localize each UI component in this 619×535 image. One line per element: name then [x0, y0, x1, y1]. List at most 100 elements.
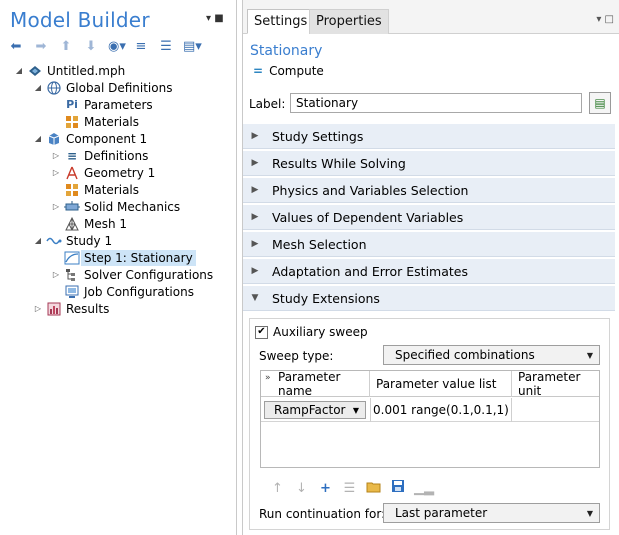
model-file-icon	[27, 64, 43, 78]
tree-item-solver-configurations[interactable]: ▷ Solver Configurations	[51, 266, 213, 283]
parameter-value-list-cell[interactable]: 0.001 range(0.1,0.1,1)	[370, 398, 512, 422]
tree-item-label: Materials	[84, 114, 140, 129]
study-icon	[46, 234, 62, 248]
save-icon[interactable]	[390, 479, 405, 497]
tree-item-label: Study 1	[66, 233, 113, 248]
tree-item-job-configurations[interactable]: Job Configurations	[64, 283, 194, 300]
expand-toggle-icon[interactable]: ▷	[33, 304, 43, 313]
section-mesh-selection[interactable]: ▶ Mesh Selection	[243, 232, 615, 257]
parameter-name-value: RampFactor	[274, 403, 346, 417]
collapse-toggle-icon[interactable]: ◢	[33, 236, 43, 245]
collapse-toggle-icon[interactable]: ◢	[14, 66, 24, 75]
menu-icon[interactable]: ■	[214, 13, 223, 24]
sweep-type-value: Specified combinations	[395, 348, 535, 362]
checkbox-checked-icon[interactable]: ✔	[255, 325, 268, 339]
auxiliary-sweep-checkbox[interactable]: ✔ Auxiliary sweep	[255, 325, 368, 339]
dropdown-arrow-icon: ▼	[586, 509, 593, 518]
tree-item-materials-global[interactable]: Materials	[64, 113, 139, 130]
collapse-all-icon[interactable]: ☰	[158, 39, 174, 54]
mesh-icon	[64, 216, 80, 231]
collapse-arrow-icon: ▼	[251, 293, 259, 303]
open-folder-icon[interactable]	[366, 480, 381, 497]
section-title: Study Extensions	[272, 290, 380, 306]
table-header: » Parameter name Parameter value list Pa…	[261, 370, 599, 398]
model-builder-panel: Model Builder ▾ ■ ⬅ ➡ ⬆ ⬇ ◉▾ ≡ ☰ ▤▾ ◢ Un…	[0, 0, 237, 535]
range-icon[interactable]: ▁▂	[414, 481, 434, 496]
back-arrow-icon[interactable]: ⬅	[8, 39, 24, 54]
tree-item-study[interactable]: ◢ Study 1	[33, 232, 112, 249]
move-down-icon[interactable]: ↓	[294, 481, 309, 496]
delete-icon[interactable]: ☰	[342, 481, 357, 496]
pin-icon[interactable]: ▾	[206, 13, 211, 24]
tree-item-global-definitions[interactable]: ◢ Global Definitions	[33, 79, 173, 96]
expand-all-icon[interactable]: ≡	[133, 39, 149, 54]
section-results-while-solving[interactable]: ▶ Results While Solving	[243, 151, 615, 176]
compute-button[interactable]: = Compute	[253, 63, 324, 79]
dropdown-arrow-icon: ▼	[352, 406, 359, 415]
move-up-icon[interactable]: ⬆	[58, 39, 74, 54]
solid-mechanics-icon	[64, 200, 80, 214]
section-study-extensions[interactable]: ▼ Study Extensions	[243, 286, 615, 311]
panel-menu[interactable]: ▾ □	[596, 14, 614, 25]
label-edit-icon: ▤	[594, 96, 606, 110]
add-icon[interactable]: +	[318, 481, 333, 496]
tab-settings[interactable]: Settings	[247, 9, 315, 34]
parameter-name-select[interactable]: RampFactor ▼	[264, 401, 366, 419]
expand-toggle-icon[interactable]: ▷	[51, 202, 61, 211]
collapse-toggle-icon[interactable]: ◢	[33, 83, 43, 92]
panel-menu[interactable]: ▾ ■	[206, 13, 224, 24]
dropdown-arrow-icon: ▼	[586, 351, 593, 360]
tree-item-mesh[interactable]: Mesh 1	[64, 215, 127, 232]
section-dependent-variables[interactable]: ▶ Values of Dependent Variables	[243, 205, 615, 230]
parameter-unit-cell[interactable]	[512, 398, 599, 422]
tree-item-step-stationary[interactable]: Step 1: Stationary	[64, 249, 196, 266]
section-title: Physics and Variables Selection	[272, 182, 469, 198]
table-toolbar: ↑ ↓ + ☰ ▁▂	[270, 479, 434, 497]
tree-item-parameters[interactable]: Pi Parameters	[64, 96, 153, 113]
tree-item-label: Untitled.mph	[47, 63, 126, 78]
tree-item-label: Geometry 1	[84, 165, 156, 180]
pi-icon: Pi	[66, 98, 78, 111]
edit-label-button[interactable]: ▤	[589, 92, 611, 114]
tree-item-label: Global Definitions	[66, 80, 173, 95]
section-adaptation[interactable]: ▶ Adaptation and Error Estimates	[243, 259, 615, 284]
section-physics-variables[interactable]: ▶ Physics and Variables Selection	[243, 178, 615, 203]
tree-item-materials[interactable]: Materials	[64, 181, 139, 198]
menu-icon[interactable]: □	[605, 14, 614, 25]
move-down-icon[interactable]: ⬇	[83, 39, 99, 54]
tree-item-label: Definitions	[84, 148, 149, 163]
expand-toggle-icon[interactable]: ▷	[51, 270, 61, 279]
settings-tab-bar: Settings Properties ▾ □	[243, 0, 619, 34]
move-up-icon[interactable]: ↑	[270, 481, 285, 496]
column-header-parameter-value-list[interactable]: Parameter value list	[370, 371, 512, 397]
layout-icon[interactable]: ▤▾	[183, 39, 202, 54]
geometry-icon	[64, 166, 80, 180]
column-header-parameter-name[interactable]: Parameter name	[261, 370, 370, 398]
tree-item-component[interactable]: ◢ Component 1	[33, 130, 147, 147]
label-field[interactable]	[290, 93, 582, 113]
tree-item-label: Job Configurations	[84, 284, 194, 299]
collapse-toggle-icon[interactable]: ◢	[33, 134, 43, 143]
section-study-settings[interactable]: ▶ Study Settings	[243, 124, 615, 149]
sweep-type-select[interactable]: Specified combinations ▼	[383, 345, 600, 365]
expand-toggle-icon[interactable]: ▷	[51, 168, 61, 177]
section-title: Values of Dependent Variables	[272, 209, 464, 225]
run-continuation-select[interactable]: Last parameter ▼	[383, 503, 600, 523]
compute-label: Compute	[269, 64, 324, 78]
show-icon[interactable]: ◉▾	[108, 39, 126, 54]
expand-arrow-icon: ▶	[251, 266, 259, 276]
pin-icon[interactable]: ▾	[596, 14, 601, 25]
expand-arrow-icon: ▶	[251, 212, 259, 222]
expand-toggle-icon[interactable]: ▷	[51, 151, 61, 160]
forward-arrow-icon[interactable]: ➡	[33, 39, 49, 54]
tree-item-solid-mechanics[interactable]: ▷ Solid Mechanics	[51, 198, 180, 215]
tree-item-results[interactable]: ▷ Results	[33, 300, 109, 317]
section-title: Adaptation and Error Estimates	[272, 263, 468, 279]
tab-properties[interactable]: Properties	[309, 9, 389, 34]
tree-item-geometry[interactable]: ▷ Geometry 1	[51, 164, 155, 181]
tree-item-definitions[interactable]: ▷ ≡ Definitions	[51, 147, 148, 164]
parameter-table: » Parameter name Parameter value list Pa…	[260, 370, 600, 468]
globe-icon	[46, 80, 62, 95]
column-header-parameter-unit[interactable]: Parameter unit	[512, 370, 599, 398]
tree-item-root[interactable]: ◢ Untitled.mph	[14, 62, 125, 79]
